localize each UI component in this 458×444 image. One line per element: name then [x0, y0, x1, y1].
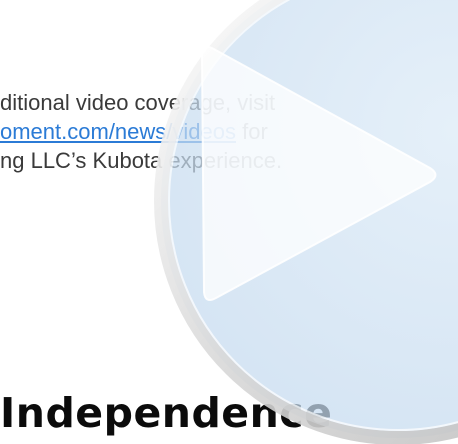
article-page: ditional video coverage, visit oment.com…: [0, 0, 458, 444]
play-button[interactable]: [0, 0, 458, 444]
